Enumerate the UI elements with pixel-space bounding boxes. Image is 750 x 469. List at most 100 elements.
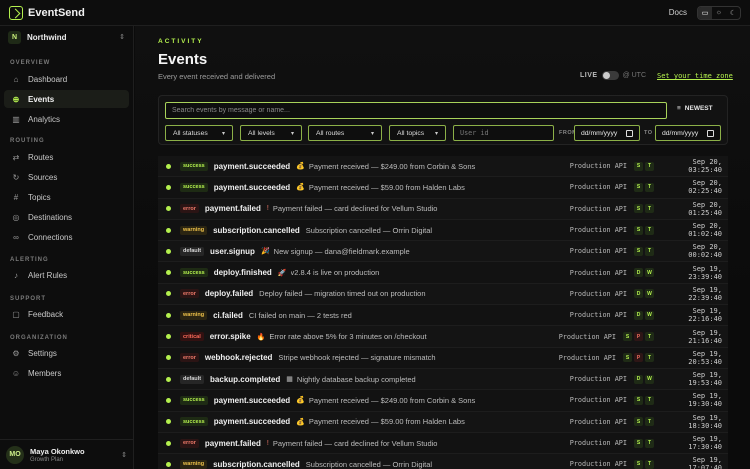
event-icon: ! (266, 439, 269, 447)
status-badge: critical (180, 332, 204, 342)
app-name: EventSend (28, 6, 85, 19)
status-dot (166, 397, 171, 403)
table-row[interactable]: error deploy.failed Deploy failed — migrat… (158, 283, 728, 306)
sort-icon: ≡ (677, 105, 681, 112)
set-timezone-link[interactable]: Set your time zone (657, 72, 733, 80)
user-plan: Growth Plan (30, 456, 64, 463)
sidebar-item-label: Settings (28, 348, 57, 358)
sort-button[interactable]: ≡ NEWEST (677, 105, 713, 112)
sidebar-item-connections[interactable]: ∞ Connections (4, 228, 129, 246)
status-dot (166, 440, 171, 446)
sidebar-item-destinations[interactable]: ◎ Destinations (4, 208, 129, 226)
table-row[interactable]: warning subscription.cancelled Subscriptio… (158, 219, 728, 242)
event-tags: ST (634, 204, 654, 214)
sidebar-item-label: Routes (28, 152, 54, 162)
sidebar-item-dashboard[interactable]: ⌂ Dashboard (4, 70, 129, 88)
monitor-icon[interactable]: ▭ (698, 6, 712, 19)
event-name: subscription.cancelled (213, 225, 300, 235)
sidebar-item-events[interactable]: ⊕ Events (4, 90, 129, 108)
table-row[interactable]: success deploy.finished 🚀 v2.8.4 is live on… (158, 262, 728, 284)
channel-tag: T (645, 417, 654, 427)
table-row[interactable]: warning subscription.cancelled Subscriptio… (158, 454, 728, 469)
nav-section-overview: OVERVIEW (10, 60, 51, 66)
table-row[interactable]: error webhook.rejected Stripe webhook reje… (158, 347, 728, 369)
from-date-input[interactable]: dd/mm/yyyy (574, 125, 640, 141)
sidebar-item-analytics[interactable]: ▥ Analytics (4, 110, 129, 128)
event-source: Production API (569, 268, 627, 277)
sidebar-item-topics[interactable]: # Topics (4, 188, 129, 206)
table-row[interactable]: default backup.completed ▦ Nightly database… (158, 368, 728, 391)
org-switcher[interactable]: N Northwind ⇕ (4, 26, 129, 48)
event-icon: 🔥 (256, 333, 266, 341)
channel-tag: T (645, 459, 654, 469)
sidebar-item-members[interactable]: ☺ Members (4, 364, 129, 382)
sidebar-item-alert-rules[interactable]: ♪ Alert Rules (4, 266, 129, 284)
sun-icon[interactable]: ☼ (712, 7, 726, 19)
event-message: Payment received — $59.00 from Halden La… (308, 182, 465, 192)
level-select[interactable]: All levels ▾ (240, 125, 302, 141)
user-id-input[interactable] (453, 125, 554, 141)
live-toggle[interactable] (601, 71, 619, 80)
status-dot (166, 184, 171, 190)
channel-tag: S (634, 246, 643, 256)
channel-tag: S (634, 225, 643, 235)
event-message: New signup — dana@fieldmark.example (273, 246, 410, 256)
event-source: Production API (558, 353, 616, 362)
event-source: Production API (569, 162, 627, 171)
search-input[interactable] (165, 102, 667, 119)
event-source: Production API (569, 247, 627, 256)
topic-select[interactable]: All topics ▾ (389, 125, 446, 141)
table-row[interactable]: error payment.failed! Payment failed — car… (158, 432, 728, 455)
plus-circle-icon: ⊕ (12, 94, 20, 104)
channel-tag: D (634, 268, 643, 278)
sidebar-item-settings[interactable]: ⚙ Settings (4, 344, 129, 362)
event-message: Payment received — $249.00 from Corbin &… (308, 161, 476, 171)
channel-tag: S (634, 438, 643, 448)
sidebar-item-label: Feedback (28, 309, 64, 319)
channel-tag: W (645, 289, 654, 299)
chevron-down-icon: ▾ (221, 130, 225, 137)
moon-icon[interactable]: ☾ (726, 7, 740, 19)
event-tags: ST (634, 459, 654, 469)
channel-tag: T (645, 332, 654, 342)
status-dot (166, 376, 171, 382)
table-row[interactable]: success payment.succeeded 💰 Payment receive… (158, 411, 728, 433)
channel-tag: S (623, 353, 632, 363)
docs-link[interactable]: Docs (669, 8, 687, 17)
table-row[interactable]: success payment.succeeded 💰 Payment receive… (158, 177, 728, 199)
event-message: Error rate above 5% for 3 minutes on /ch… (269, 332, 427, 342)
event-source: Production API (569, 183, 627, 192)
event-timestamp: Sep 20, 01:02:40 (688, 222, 722, 239)
channel-tag: W (645, 310, 654, 320)
route-select[interactable]: All routes ▾ (308, 125, 382, 141)
sidebar-item-sources[interactable]: ↻ Sources (4, 168, 129, 186)
status-dot (166, 419, 171, 425)
table-row[interactable]: success payment.succeeded 💰 Payment receive… (158, 390, 728, 412)
sidebar-item-routes[interactable]: ⇄ Routes (4, 148, 129, 166)
app-logo[interactable]: EventSend (9, 5, 85, 20)
table-row[interactable]: warning ci.failed CI failed on main — 2 te… (158, 305, 728, 327)
status-badge: success (180, 268, 208, 278)
table-row[interactable]: success payment.succeeded 💰 Payment receive… (158, 156, 728, 178)
channel-tag: S (634, 182, 643, 192)
sidebar-item-feedback[interactable]: ▢ Feedback (4, 305, 129, 323)
table-row[interactable]: default user.signup 🎉 New signup — dana@fie… (158, 241, 728, 263)
event-timestamp: Sep 19, 20:53:40 (688, 349, 722, 366)
status-dot (166, 312, 171, 318)
channel-tag: P (634, 332, 643, 342)
status-select[interactable]: All statuses ▾ (165, 125, 233, 141)
status-dot (166, 461, 171, 467)
user-menu[interactable]: MO Maya Okonkwo Growth Plan ⇕ (0, 439, 133, 469)
event-timestamp: Sep 20, 00:02:40 (688, 243, 722, 260)
event-source: Production API (569, 460, 627, 469)
channel-tag: T (645, 438, 654, 448)
to-date-input[interactable]: dd/mm/yyyy (655, 125, 721, 141)
table-row[interactable]: error payment.failed! Payment failed — car… (158, 198, 728, 220)
event-timestamp: Sep 19, 18:30:40 (688, 413, 722, 430)
event-tags: ST (634, 246, 654, 256)
top-bar: EventSend Docs ▭ ☼ ☾ (0, 0, 750, 26)
event-icon: ! (266, 205, 269, 213)
event-name: payment.failed (204, 204, 261, 214)
table-row[interactable]: critical error.spike 🔥 Error rate above 5% … (158, 326, 728, 348)
event-timestamp: Sep 19, 19:53:40 (688, 371, 722, 388)
